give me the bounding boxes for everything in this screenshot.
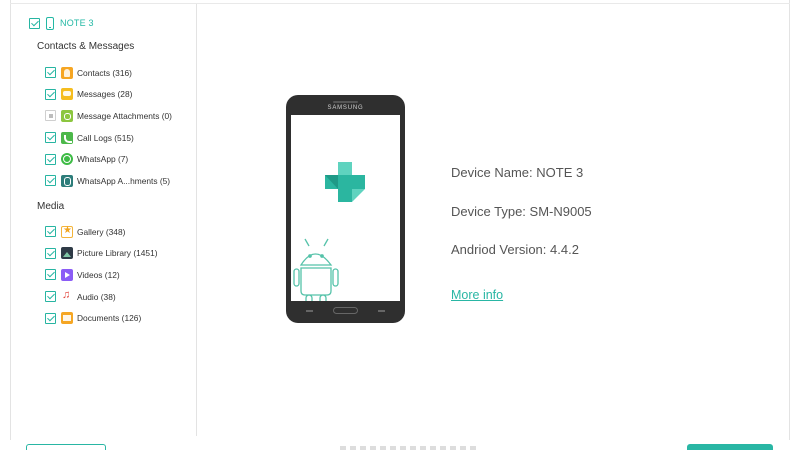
gallery-icon (61, 225, 73, 238)
checkbox[interactable] (45, 153, 56, 165)
device-name-info: Device Name: NOTE 3 (451, 165, 584, 180)
list-item-contacts[interactable]: Contacts (316) (45, 62, 172, 84)
documents-icon (61, 312, 73, 325)
checkbox[interactable] (45, 175, 56, 187)
checkbox[interactable] (45, 247, 56, 259)
message-attachment-icon (61, 109, 73, 122)
list-item-gallery[interactable]: Gallery (348) (45, 221, 158, 243)
section-title-contacts-messages: Contacts & Messages (37, 41, 135, 52)
call-log-icon (61, 131, 73, 144)
screen-art (293, 162, 365, 301)
contacts-messages-list: Contacts (316) Messages (28) Message Att… (45, 62, 172, 192)
android-robot-icon (293, 238, 339, 301)
list-item-call-logs[interactable]: Call Logs (515) (45, 127, 172, 149)
item-label: Gallery (348) (77, 226, 126, 237)
device-row[interactable]: NOTE 3 (29, 14, 94, 32)
checkbox[interactable] (45, 226, 56, 238)
list-item-audio[interactable]: Audio (38) (45, 286, 158, 308)
item-label: Message Attachments (0) (77, 110, 172, 121)
item-label: WhatsApp A...hments (5) (77, 175, 171, 186)
phone-illustration: SAMSUNG (286, 95, 405, 323)
recover-button[interactable] (687, 444, 773, 450)
list-item-whatsapp-attachments[interactable]: WhatsApp A...hments (5) (45, 170, 172, 192)
whatsapp-icon (61, 153, 73, 166)
item-label: Audio (38) (77, 291, 116, 302)
bottom-status-text (340, 446, 480, 450)
item-label: WhatsApp (7) (77, 154, 129, 165)
checkbox[interactable] (45, 110, 56, 122)
device-type-info: Device Type: SM-N9005 (451, 204, 592, 219)
device-checkbox[interactable] (29, 17, 40, 29)
item-label: Picture Library (1451) (77, 248, 158, 259)
checkbox[interactable] (45, 269, 56, 281)
item-label: Call Logs (515) (77, 132, 134, 143)
checkbox[interactable] (45, 132, 56, 144)
contacts-icon (61, 66, 73, 79)
phone-brand-label: SAMSUNG (327, 105, 364, 111)
plus-logo-icon (325, 162, 365, 202)
list-item-picture-library[interactable]: Picture Library (1451) (45, 243, 158, 265)
item-label: Contacts (316) (77, 67, 132, 78)
phone-back-key (306, 310, 313, 312)
checkbox[interactable] (45, 291, 56, 303)
list-item-message-attachments[interactable]: Message Attachments (0) (45, 105, 172, 127)
audio-icon (61, 289, 73, 303)
list-item-whatsapp[interactable]: WhatsApp (7) (45, 148, 172, 170)
sidebar: NOTE 3 Contacts & Messages Contacts (316… (10, 4, 197, 436)
phone-speaker (333, 101, 358, 103)
android-version-info: Andriod Version: 4.4.2 (451, 242, 579, 257)
phone-home-button (333, 307, 358, 314)
section-title-media: Media (37, 201, 65, 212)
item-label: Documents (126) (77, 313, 142, 324)
checkbox[interactable] (45, 312, 56, 324)
phone-icon (46, 16, 54, 30)
picture-library-icon (61, 247, 73, 260)
videos-icon (61, 268, 73, 281)
back-button[interactable] (26, 444, 106, 450)
phone-menu-key (378, 310, 385, 312)
checkbox[interactable] (45, 67, 56, 79)
phone-screen (291, 115, 400, 301)
list-item-videos[interactable]: Videos (12) (45, 264, 158, 286)
messages-icon (61, 88, 73, 101)
more-info-link[interactable]: More info (451, 288, 503, 302)
checkbox[interactable] (45, 88, 56, 100)
list-item-documents[interactable]: Documents (126) (45, 307, 158, 329)
item-label: Messages (28) (77, 89, 133, 100)
media-list: Gallery (348) Picture Library (1451) Vid… (45, 221, 158, 329)
item-label: Videos (12) (77, 269, 120, 280)
list-item-messages[interactable]: Messages (28) (45, 84, 172, 106)
device-name-label: NOTE 3 (60, 18, 94, 28)
whatsapp-attachment-icon (61, 174, 73, 187)
